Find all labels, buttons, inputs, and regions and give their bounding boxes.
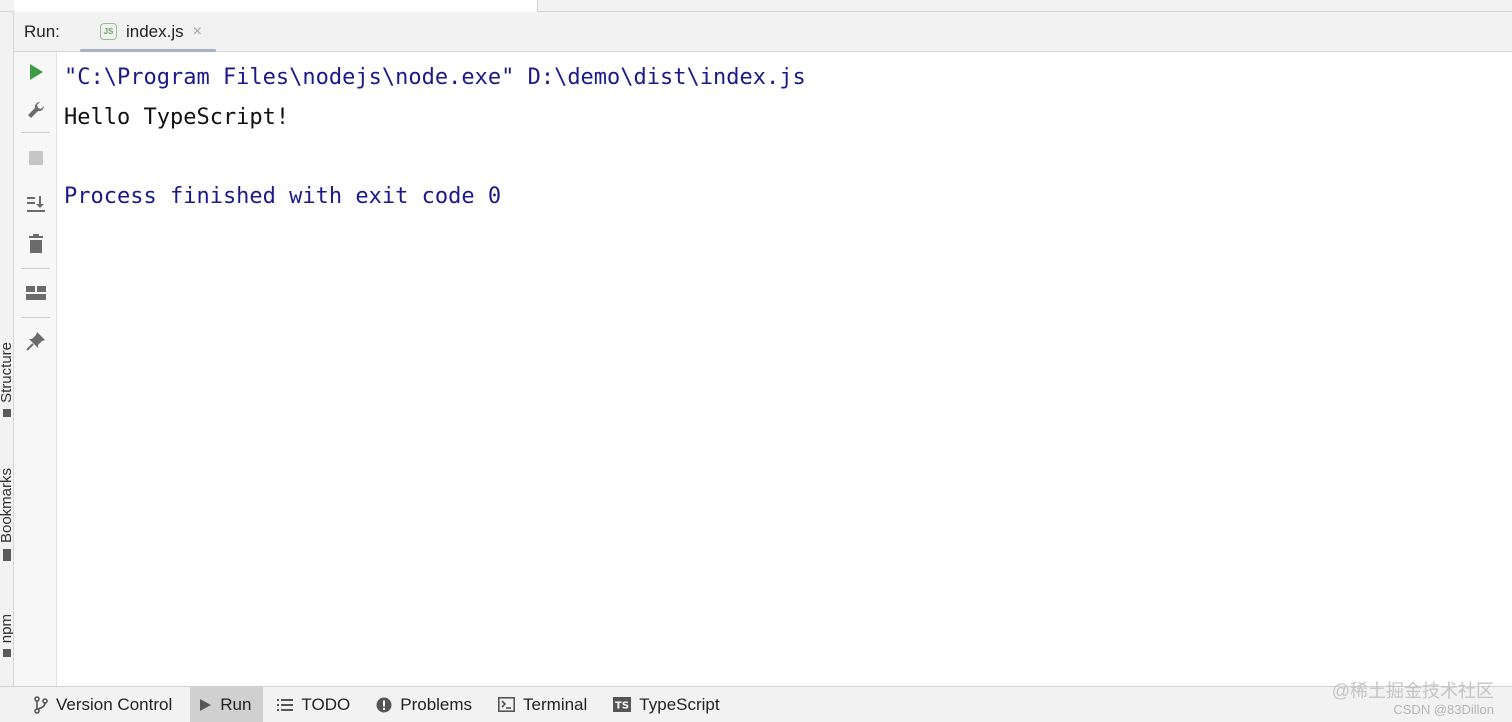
tool-tab-label: TypeScript [639,694,720,714]
tool-tab-label: Terminal [523,694,588,714]
rerun-button[interactable] [14,55,57,89]
tool-tab-label: TODO [301,694,351,714]
side-tab-structure[interactable]: Structure [0,342,14,417]
toolbar-separator [21,132,50,133]
terminal-icon [498,697,516,712]
editor-area-remnant [14,0,538,12]
side-tab-npm-label: npm [0,614,14,644]
stop-icon [28,151,43,165]
console-line-empty [64,137,1512,177]
tool-tab-label: Run [220,694,252,714]
run-toolbar [14,52,57,686]
pin-tab-button[interactable] [14,324,57,358]
console-output[interactable]: "C:\Program Files\nodejs\node.exe" D:\de… [58,52,1512,686]
close-icon[interactable]: × [193,23,202,41]
ts-icon: TS [613,697,632,712]
wrench-icon [27,101,44,118]
console-line-command: "C:\Program Files\nodejs\node.exe" D:\de… [64,65,806,90]
run-icon [200,698,212,711]
side-tab-bookmarks[interactable]: Bookmarks [0,468,14,562]
svg-text:TS: TS [615,701,629,712]
console-line-exit-status: Process finished with exit code 0 [64,183,502,209]
tool-tab-label: Version Control [56,694,173,714]
side-tab-npm[interactable]: npm [0,614,14,658]
npm-icon [3,649,11,658]
layout-icon [25,286,46,300]
run-tab-title: index.js [126,21,184,41]
bookmark-icon [3,549,11,562]
tool-tab-todo[interactable]: TODO [269,687,362,722]
tool-tab-problems[interactable]: Problems [368,687,484,722]
run-label: Run: [24,21,60,41]
trash-icon [28,234,43,253]
toolbar-separator [21,268,50,269]
layout-button[interactable] [14,276,57,310]
ide-run-window: Structure Bookmarks npm Run: JS index.js… [0,0,1512,722]
pin-icon [25,332,45,351]
rerun-icon [29,64,43,80]
structure-icon [3,408,11,417]
tool-window-bar: Version Control Run TODO Problems Termin… [0,686,1512,722]
watermark-line-2: CSDN @83Dillon [1393,702,1494,717]
console-line-output: Hello TypeScript! [64,104,290,130]
clear-all-button[interactable] [14,227,57,261]
editor-top-strip [0,0,1512,12]
vcs-icon [34,695,48,714]
warning-icon [376,697,392,712]
scroll-to-end-button[interactable] [14,187,57,221]
left-tool-stripe: Structure Bookmarks npm [0,12,14,686]
tool-tab-run[interactable]: Run [190,686,264,722]
list-icon [277,698,294,711]
side-tab-bookmarks-label: Bookmarks [0,468,14,544]
nodejs-file-icon: JS [100,23,117,40]
tool-tab-typescript[interactable]: TS TypeScript [605,687,731,722]
settings-button[interactable] [14,93,57,127]
run-tab-index-js[interactable]: JS index.js × [80,12,216,52]
tool-tab-version-control[interactable]: Version Control [26,687,184,722]
watermark-line-1: @稀土掘金技术社区 [1331,681,1494,701]
side-tab-structure-label: Structure [0,342,14,403]
watermark: @稀土掘金技术社区 CSDN @83Dillon [1332,680,1494,718]
tool-tab-terminal[interactable]: Terminal [490,687,599,722]
stop-button[interactable] [14,141,57,175]
scroll-to-end-icon [26,196,45,212]
toolbar-separator [21,317,50,318]
tool-tab-label: Problems [400,694,473,714]
run-tool-header: Run: JS index.js × [14,12,1512,52]
